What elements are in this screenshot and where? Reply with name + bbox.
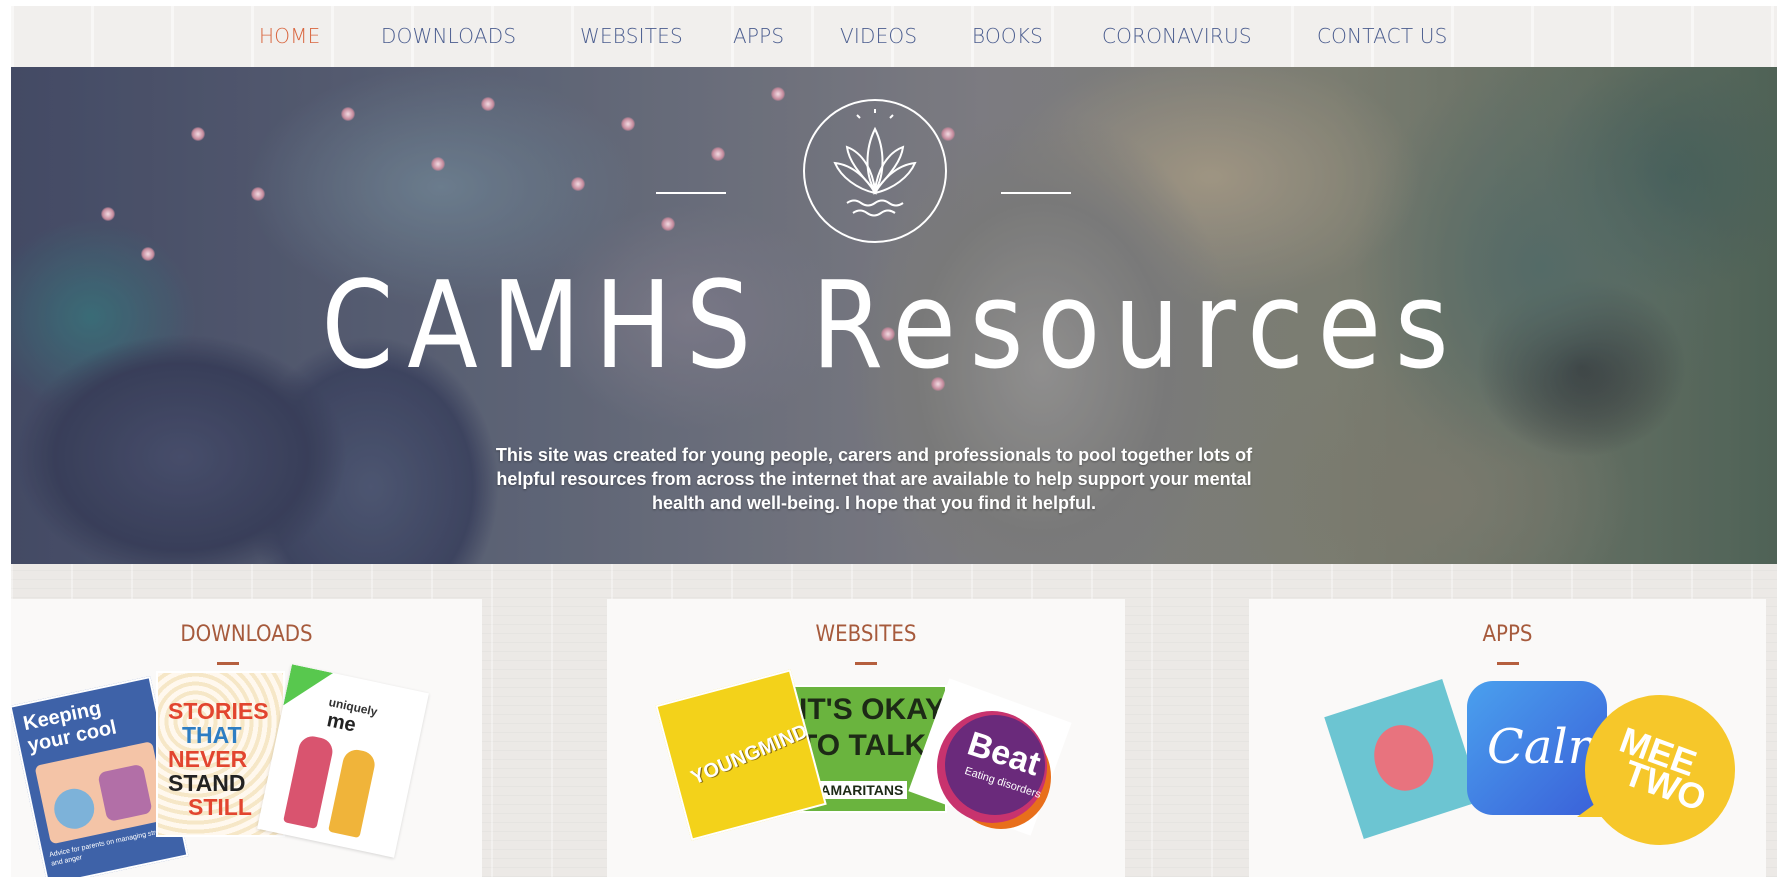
logo-line-left xyxy=(656,192,726,194)
nav-home[interactable]: HOME xyxy=(259,23,320,49)
nav-apps[interactable]: APPS xyxy=(733,23,784,49)
illustration-shape xyxy=(50,785,98,833)
nav-downloads[interactable]: DOWNLOADS xyxy=(381,23,516,49)
flower-decoration xyxy=(571,177,585,191)
youngminds-logo: YOUNGMINDS xyxy=(687,715,824,790)
flower-decoration xyxy=(341,107,355,121)
flower-decoration xyxy=(621,117,635,131)
meetwo-app-icon[interactable]: MEE TWO xyxy=(1577,695,1735,845)
card-underline xyxy=(1497,662,1519,665)
websites-card[interactable]: WEBSITES IT'S OKAY TO TALK SAMARITANS YO… xyxy=(607,599,1125,877)
booklet-word: STAND xyxy=(168,770,246,796)
flower-decoration xyxy=(481,97,495,111)
card-title-downloads: DOWNLOADS xyxy=(180,622,313,647)
meetwo-line2: TWO xyxy=(1618,751,1712,820)
nav-websites[interactable]: WEBSITES xyxy=(580,23,683,49)
calm-app-icon[interactable]: Calm xyxy=(1467,681,1607,815)
downloads-card[interactable]: DOWNLOADS Keeping your cool Advice for p… xyxy=(11,599,482,877)
booklet-title-line2: me xyxy=(324,709,358,737)
nav-videos[interactable]: VIDEOS xyxy=(840,23,917,49)
illustration-shape xyxy=(97,763,153,823)
hero-title: CAMHS Resources xyxy=(321,257,1463,396)
booklet-corner xyxy=(283,664,333,714)
nav-books[interactable]: BOOKS xyxy=(972,23,1043,49)
app-icon-teal[interactable] xyxy=(1324,678,1482,840)
flower-decoration xyxy=(711,147,725,161)
person-figure xyxy=(283,733,336,829)
card-underline xyxy=(217,662,239,665)
card-underline xyxy=(855,662,877,665)
booklet-word: THAT xyxy=(182,722,242,748)
flower-decoration xyxy=(101,207,115,221)
booklet-word: STILL xyxy=(188,794,252,820)
egg-icon xyxy=(1365,717,1442,799)
lotus-icon xyxy=(801,97,949,245)
flower-decoration xyxy=(661,217,675,231)
nav-coronavirus[interactable]: CORONAVIRUS xyxy=(1102,23,1252,49)
hero-banner: CAMHS Resources This site was created fo… xyxy=(11,67,1777,564)
flower-decoration xyxy=(431,157,445,171)
flower-decoration xyxy=(251,187,265,201)
top-navigation: HOME DOWNLOADS WEBSITES APPS VIDEOS BOOK… xyxy=(11,6,1777,67)
hero-description: This site was created for young people, … xyxy=(495,445,1253,513)
booklet-word: STORIES xyxy=(168,698,269,724)
apps-card[interactable]: APPS Calm MEE TWO xyxy=(1249,599,1766,877)
person-figure xyxy=(328,747,378,839)
card-title-apps: APPS xyxy=(1482,622,1533,647)
flower-decoration xyxy=(771,87,785,101)
beat-tile[interactable]: Beat Eating disorders xyxy=(907,678,1072,839)
page-frame: HOME DOWNLOADS WEBSITES APPS VIDEOS BOOK… xyxy=(11,6,1777,877)
flower-decoration xyxy=(191,127,205,141)
nav-contact-us[interactable]: CONTACT US xyxy=(1317,23,1448,49)
card-title-websites: WEBSITES xyxy=(815,622,917,647)
logo-line-right xyxy=(1001,192,1071,194)
booklet-word: NEVER xyxy=(168,746,248,772)
